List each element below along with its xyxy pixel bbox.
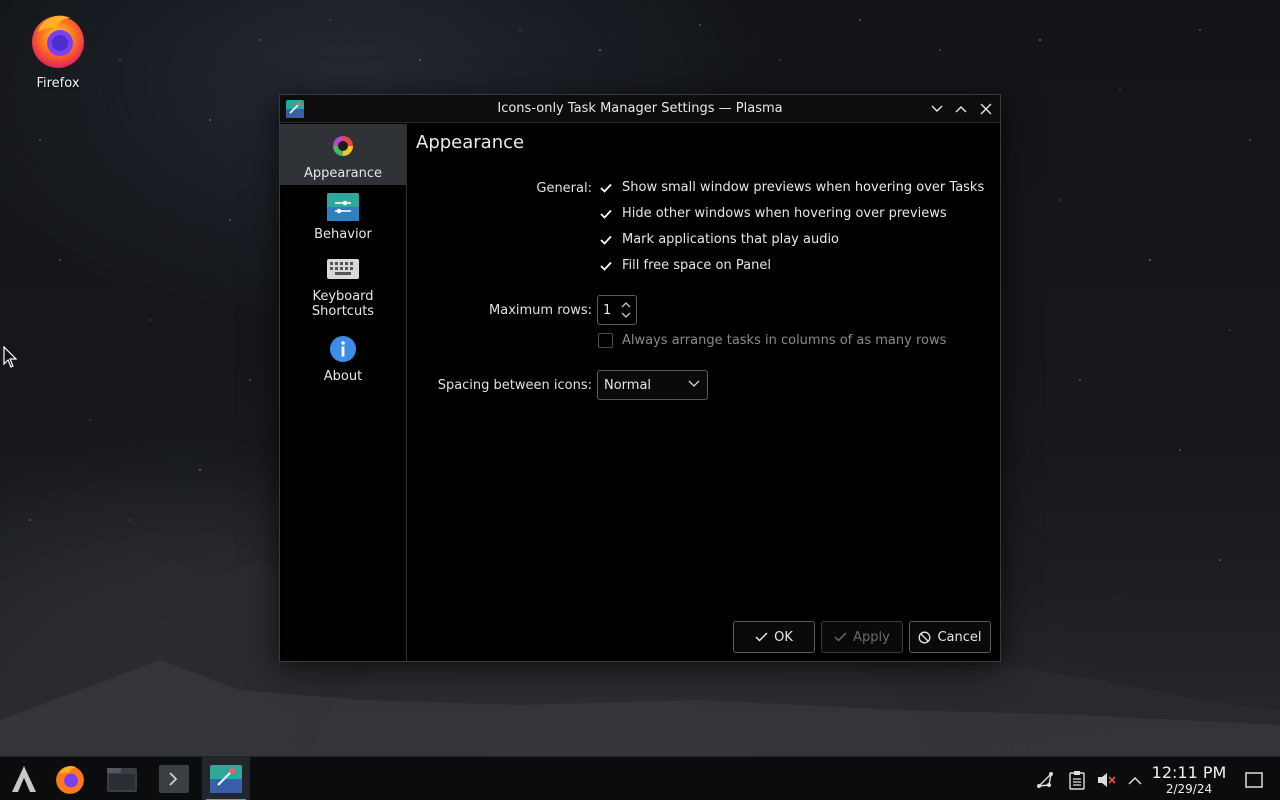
- option-fill-free-space[interactable]: Fill free space on Panel: [598, 258, 771, 273]
- check-icon: [599, 183, 612, 193]
- firefox-icon: [28, 10, 88, 70]
- clock-date: 2/29/24: [1165, 782, 1213, 796]
- taskbar-terminal[interactable]: [150, 757, 198, 800]
- option-label: Fill free space on Panel: [622, 258, 771, 273]
- window-titlebar[interactable]: Icons-only Task Manager Settings — Plasm…: [280, 95, 1000, 123]
- file-manager-icon: [107, 768, 137, 792]
- spin-arrows-icon[interactable]: [620, 299, 632, 321]
- keyboard-icon: [327, 253, 359, 285]
- desktop-icon-firefox[interactable]: Firefox: [22, 10, 94, 91]
- taskbar-firefox[interactable]: [46, 757, 94, 800]
- check-icon: [755, 632, 768, 642]
- option-label: Mark applications that play audio: [622, 232, 840, 247]
- clipboard-icon: [1069, 771, 1085, 790]
- option-show-previews[interactable]: Show small window previews when hovering…: [598, 180, 984, 195]
- chevron-up-icon: [955, 106, 967, 113]
- ok-button[interactable]: OK: [733, 621, 815, 653]
- max-rows-value: 1: [603, 302, 612, 318]
- ok-label: OK: [774, 629, 793, 645]
- clipboard-tray-button[interactable]: [1066, 769, 1088, 791]
- check-icon: [834, 632, 847, 642]
- firefox-icon: [56, 766, 84, 794]
- task-manager-settings-icon: [210, 765, 242, 793]
- option-mark-audio[interactable]: Mark applications that play audio: [598, 232, 839, 247]
- cancel-button[interactable]: Cancel: [909, 621, 991, 653]
- network-icon: [1037, 772, 1053, 788]
- volume-muted-icon: [1098, 773, 1116, 787]
- sidebar-item-label-line2: Shortcuts: [311, 304, 375, 319]
- close-button[interactable]: [976, 99, 996, 119]
- spacing-label: Spacing between icons:: [437, 378, 592, 393]
- option-label: Show small window previews when hovering…: [622, 180, 985, 195]
- close-icon: [980, 103, 992, 115]
- apply-button[interactable]: Apply: [821, 621, 903, 653]
- taskbar-task-manager-settings[interactable]: [202, 757, 250, 800]
- general-label: General:: [536, 181, 592, 196]
- check-icon: [599, 261, 612, 271]
- settings-sidebar: Appearance Behavior Keyboard Shortcuts A…: [280, 124, 407, 661]
- volume-tray-button[interactable]: [1095, 769, 1117, 791]
- settings-window: Icons-only Task Manager Settings — Plasm…: [279, 94, 1001, 662]
- sidebar-item-appearance[interactable]: Appearance: [280, 124, 406, 185]
- checkbox[interactable]: [598, 232, 613, 247]
- tray-expand-button[interactable]: [1124, 769, 1146, 791]
- option-hide-other-windows[interactable]: Hide other windows when hovering over pr…: [598, 206, 947, 221]
- digital-clock[interactable]: 12:11 PM 2/29/24: [1148, 763, 1230, 797]
- spacing-value: Normal: [604, 377, 652, 393]
- sidebar-item-label: About: [323, 369, 363, 384]
- sidebar-item-label: Behavior: [314, 227, 372, 242]
- app-launcher-button[interactable]: [0, 757, 48, 800]
- max-rows-spinbox[interactable]: 1: [597, 295, 637, 325]
- sidebar-item-label: Appearance: [303, 166, 383, 181]
- cancel-icon: [919, 631, 931, 643]
- chevron-down-icon: [931, 105, 943, 112]
- show-desktop-icon: [1245, 772, 1263, 788]
- option-label: Always arrange tasks in columns of as ma…: [622, 333, 947, 348]
- cancel-label: Cancel: [937, 629, 982, 645]
- sidebar-item-keyboard-shortcuts[interactable]: Keyboard Shortcuts: [280, 247, 406, 327]
- taskbar-file-manager[interactable]: [98, 757, 146, 800]
- settings-content: Appearance General: Show small window pr…: [408, 124, 1000, 661]
- option-arrange-columns[interactable]: Always arrange tasks in columns of as ma…: [598, 333, 946, 348]
- sidebar-item-label-line1: Keyboard: [312, 289, 374, 304]
- network-tray-button[interactable]: [1034, 769, 1056, 791]
- minimize-button[interactable]: [927, 99, 947, 119]
- checkbox[interactable]: [598, 258, 613, 273]
- chevron-up-icon: [1128, 776, 1142, 785]
- checkbox[interactable]: [598, 206, 613, 221]
- spacing-select[interactable]: Normal: [597, 370, 708, 400]
- max-rows-label: Maximum rows:: [489, 303, 592, 318]
- terminal-icon: [159, 765, 189, 793]
- info-icon: [327, 333, 359, 365]
- checkbox[interactable]: [598, 333, 613, 348]
- behavior-icon: [327, 191, 359, 223]
- sidebar-item-about[interactable]: About: [280, 327, 406, 389]
- page-title: Appearance: [416, 132, 525, 153]
- check-icon: [599, 209, 612, 219]
- option-label: Hide other windows when hovering over pr…: [622, 206, 947, 221]
- clock-time: 12:11 PM: [1151, 763, 1227, 782]
- chevron-down-icon: [688, 380, 700, 387]
- app-launcher-icon: [12, 766, 36, 792]
- maximize-button[interactable]: [951, 99, 971, 119]
- show-desktop-button[interactable]: [1243, 769, 1265, 791]
- sidebar-item-behavior[interactable]: Behavior: [280, 185, 406, 247]
- appearance-icon: [327, 130, 359, 162]
- window-title: Icons-only Task Manager Settings — Plasm…: [497, 101, 783, 116]
- check-icon: [599, 235, 612, 245]
- task-manager-settings-icon: [286, 100, 304, 118]
- desktop-icon-label: Firefox: [36, 76, 80, 91]
- apply-label: Apply: [853, 629, 890, 645]
- mouse-cursor-icon: [3, 345, 18, 372]
- taskbar: 12:11 PM 2/29/24: [0, 756, 1280, 800]
- checkbox[interactable]: [598, 180, 613, 195]
